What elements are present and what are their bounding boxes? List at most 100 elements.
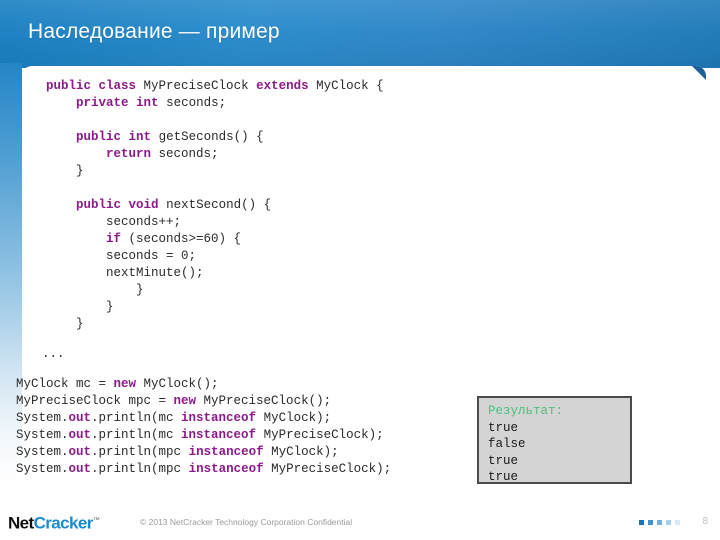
code-keyword: out	[68, 462, 92, 476]
code-text: MyPreciseClock);	[263, 462, 392, 476]
code-text: seconds;	[158, 96, 227, 110]
code-keyword: instanceof	[188, 445, 264, 459]
code-line: public class MyPreciseClock extends MyCl…	[46, 78, 384, 95]
code-keyword: class	[98, 79, 137, 93]
result-value: true	[488, 420, 519, 435]
code-keyword: public	[46, 79, 92, 93]
code-text: MyClock mc =	[16, 377, 114, 391]
code-text: }	[46, 317, 84, 331]
code-line: return seconds;	[46, 146, 384, 163]
code-line: nextMinute();	[46, 265, 384, 282]
result-value: true	[488, 453, 519, 468]
code-text: MyClock();	[136, 377, 219, 391]
code-block-class-definition: public class MyPreciseClock extends MyCl…	[46, 78, 384, 333]
code-keyword: new	[113, 377, 137, 391]
code-keyword: if	[106, 232, 122, 246]
result-value: true	[488, 470, 519, 484]
code-block-usage-example: MyClock mc = new MyClock(); MyPreciseCloc…	[16, 376, 391, 478]
code-keyword: void	[128, 198, 159, 212]
code-text: System.	[16, 428, 69, 442]
code-keyword: return	[106, 147, 152, 161]
code-text: }	[46, 164, 84, 178]
code-line: MyClock mc = new MyClock();	[16, 376, 391, 393]
code-keyword: out	[68, 411, 92, 425]
progress-dot-2[interactable]	[648, 520, 653, 525]
code-text: }	[46, 283, 144, 297]
code-text: MyClock {	[308, 79, 384, 93]
code-text: .println(mpc	[91, 462, 189, 476]
code-line: public int getSeconds() {	[46, 129, 384, 146]
result-value: false	[488, 437, 526, 451]
code-text: seconds;	[151, 147, 219, 161]
progress-dot-4[interactable]	[666, 520, 671, 525]
code-text: .println(mc	[91, 411, 182, 425]
logo-text-cracker: Cracker	[33, 513, 94, 533]
code-text: getSeconds() {	[151, 130, 264, 144]
page-title: Наследование — пример	[28, 20, 280, 43]
code-keyword: instanceof	[181, 428, 257, 442]
code-text: MyPreciseClock	[136, 79, 257, 93]
code-text: MyClock);	[256, 411, 332, 425]
progress-dots	[639, 520, 680, 525]
code-text: seconds = 0;	[46, 249, 197, 263]
code-text: MyPreciseClock mpc =	[16, 394, 174, 408]
progress-dot-1[interactable]	[639, 520, 644, 525]
code-keyword: extends	[256, 79, 309, 93]
code-line: System.out.println(mpc instanceof MyCloc…	[16, 444, 391, 461]
code-keyword: new	[173, 394, 197, 408]
code-line: }	[46, 316, 384, 333]
slide-footer	[0, 496, 720, 540]
code-text: .println(mpc	[91, 445, 189, 459]
code-line: private int seconds;	[46, 95, 384, 112]
code-ellipsis: ...	[42, 347, 65, 361]
code-line: }	[46, 299, 384, 316]
code-text: System.	[16, 445, 69, 459]
logo-trademark-symbol: ™	[92, 517, 100, 524]
panel-corner-notch	[692, 66, 706, 80]
code-text: nextSecond() {	[158, 198, 272, 212]
code-line: seconds++;	[46, 214, 384, 231]
code-text: .println(mc	[91, 428, 182, 442]
code-text: System.	[16, 462, 69, 476]
code-keyword: instanceof	[188, 462, 264, 476]
code-keyword: instanceof	[181, 411, 257, 425]
code-line: seconds = 0;	[46, 248, 384, 265]
code-keyword: out	[68, 445, 92, 459]
result-box-title: Результат:	[488, 404, 564, 418]
code-line: MyPreciseClock mpc = new MyPreciseClock(…	[16, 393, 391, 410]
code-keyword: public	[76, 130, 122, 144]
code-line: public void nextSecond() {	[46, 197, 384, 214]
code-text: nextMinute();	[46, 266, 204, 280]
progress-dot-5[interactable]	[675, 520, 680, 525]
code-keyword: int	[136, 96, 159, 110]
code-text: MyPreciseClock();	[196, 394, 332, 408]
code-line: System.out.println(mc instanceof MyClock…	[16, 410, 391, 427]
logo-text-net: Net	[8, 513, 34, 533]
code-keyword: private	[76, 96, 129, 110]
code-line: System.out.println(mpc instanceof MyPrec…	[16, 461, 391, 478]
progress-dot-3[interactable]	[657, 520, 662, 525]
copyright-text: © 2013 NetCracker Technology Corporation…	[140, 517, 353, 527]
code-line: if (seconds>=60) {	[46, 231, 384, 248]
code-line: }	[46, 282, 384, 299]
code-text: MyPreciseClock);	[256, 428, 384, 442]
code-text: System.	[16, 411, 69, 425]
content-panel: public class MyPreciseClock extends MyCl…	[16, 66, 706, 496]
code-text: seconds++;	[46, 215, 182, 229]
code-text: }	[46, 300, 114, 314]
page-number: 8	[702, 516, 708, 527]
code-keyword: out	[68, 428, 92, 442]
code-keyword: int	[128, 130, 152, 144]
netcracker-logo: NetCracker™	[8, 512, 100, 533]
code-line: }	[46, 163, 384, 180]
